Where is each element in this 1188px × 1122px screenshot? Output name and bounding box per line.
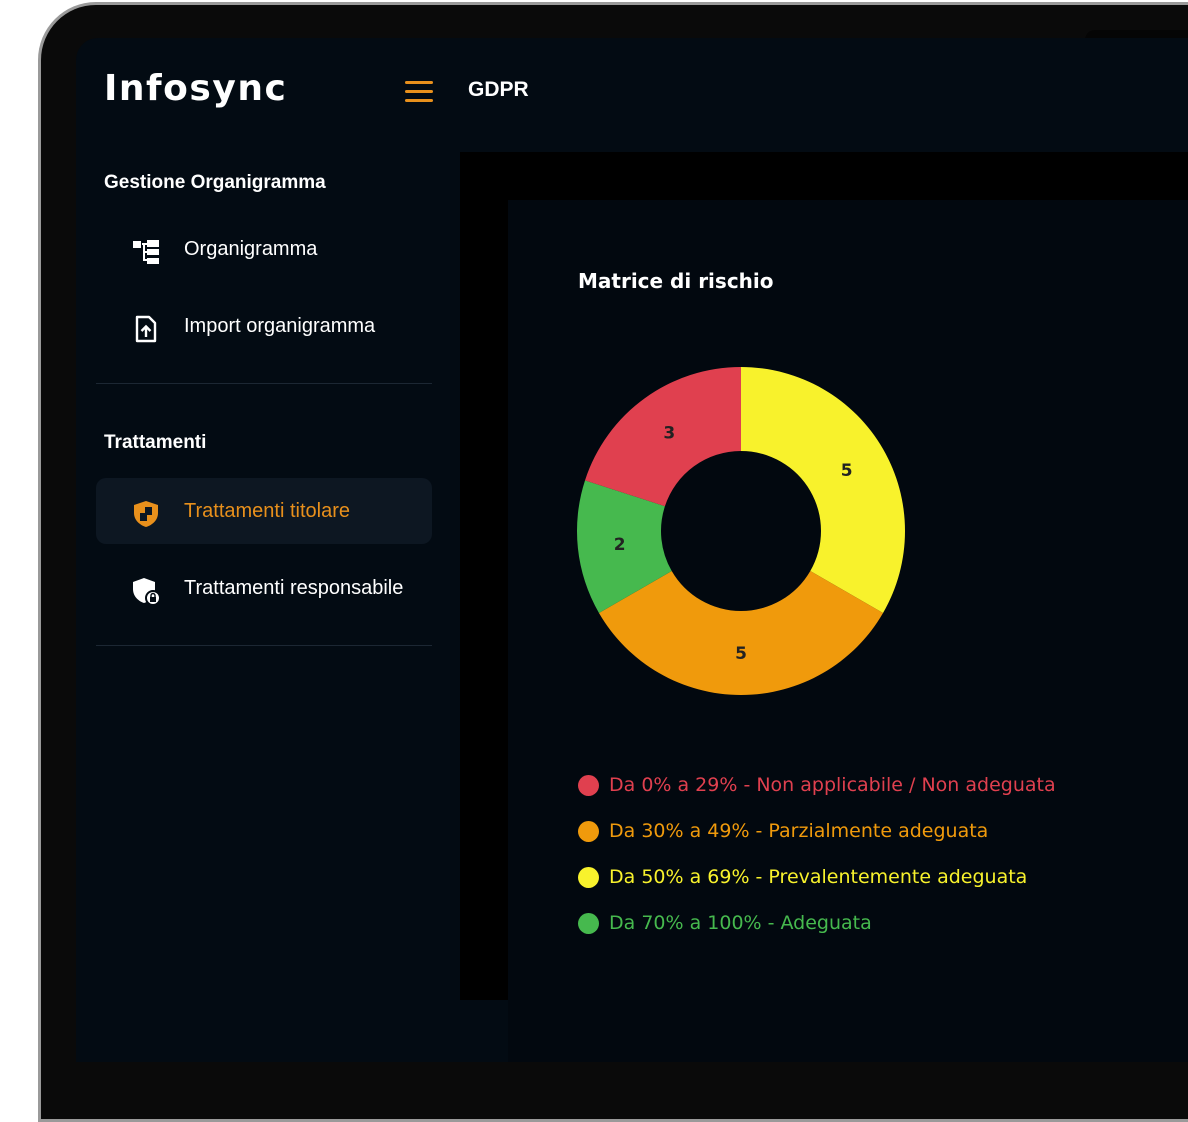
legend-dot-icon [578, 866, 599, 888]
sidebar-item-import-organigramma[interactable]: Import organigramma [96, 293, 432, 359]
app-screen: Infosync Gestione Organigramma Organigra… [76, 38, 1188, 1062]
donut-slice[interactable] [598, 571, 884, 695]
legend-item[interactable]: Da 50% a 69% - Prevalentemente adeguata [578, 854, 1056, 900]
donut-data-label: 2 [614, 535, 626, 555]
legend-label: Da 0% a 29% - Non applicabile / Non adeg… [609, 774, 1056, 796]
risk-donut-chart: 5 5 2 3 [577, 367, 905, 695]
card-title: Matrice di rischio [578, 269, 774, 293]
sidebar-item-label: Organigramma [184, 238, 318, 260]
org-chart-icon [132, 238, 160, 266]
legend-label: Da 30% a 49% - Parzialmente adeguata [609, 820, 989, 842]
file-upload-icon [132, 315, 160, 343]
legend-dot-icon [578, 912, 599, 934]
legend-label: Da 50% a 69% - Prevalentemente adeguata [609, 866, 1028, 888]
app-logo: Infosync [104, 68, 288, 109]
donut-data-label: 5 [841, 461, 853, 481]
legend-item[interactable]: Da 30% a 49% - Parzialmente adeguata [578, 808, 1056, 854]
donut-data-label: 3 [663, 423, 675, 443]
sidebar: Infosync Gestione Organigramma Organigra… [76, 38, 448, 1062]
sidebar-item-trattamenti-titolare[interactable]: Trattamenti titolare [96, 478, 432, 544]
legend-item[interactable]: Da 70% a 100% - Adeguata [578, 900, 1056, 946]
sidebar-item-label: Trattamenti responsabile [184, 577, 404, 599]
legend-label: Da 70% a 100% - Adeguata [609, 912, 872, 934]
page-title: GDPR [468, 78, 529, 101]
donut-data-label: 5 [735, 644, 747, 664]
sidebar-divider [96, 645, 432, 646]
legend-dot-icon [578, 774, 599, 796]
shield-lock-icon [132, 577, 161, 606]
legend-dot-icon [578, 820, 599, 842]
sidebar-item-label: Import organigramma [184, 315, 376, 337]
section-title-gestione-organigramma: Gestione Organigramma [104, 172, 326, 193]
section-title-trattamenti: Trattamenti [104, 432, 207, 453]
sidebar-item-label: Trattamenti titolare [184, 500, 350, 522]
shield-icon [132, 500, 160, 528]
sidebar-divider [96, 383, 432, 384]
sidebar-item-trattamenti-responsabile[interactable]: Trattamenti responsabile [96, 555, 432, 621]
legend-item[interactable]: Da 0% a 29% - Non applicabile / Non adeg… [578, 762, 1056, 808]
donut-slice[interactable] [741, 367, 905, 613]
hamburger-menu-icon[interactable] [405, 81, 433, 103]
sidebar-item-organigramma[interactable]: Organigramma [96, 216, 432, 282]
chart-legend: Da 0% a 29% - Non applicabile / Non adeg… [578, 762, 1056, 946]
